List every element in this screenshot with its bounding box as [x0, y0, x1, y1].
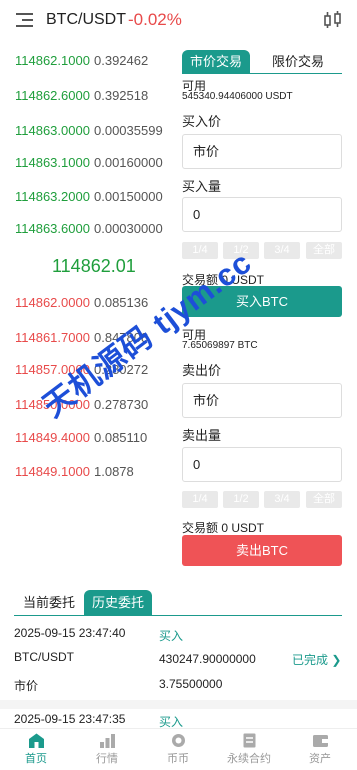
sell-percent-25-button[interactable]: 1/4 — [182, 491, 218, 508]
market-chart-icon — [100, 734, 115, 748]
buy-percent-all-button[interactable]: 全部 — [306, 242, 342, 259]
bid-price: 114862.0000 — [15, 295, 90, 310]
tab-limit-trade[interactable]: 限价交易 — [254, 50, 342, 74]
nav-assets-label: 资产 — [309, 753, 331, 765]
bottom-nav: 首页 行情 币币 永续合约 资产 — [0, 728, 357, 770]
nav-home[interactable]: 首页 — [1, 729, 71, 770]
order-amount: 430247.90000000 — [159, 652, 256, 666]
price-change: -0.02% — [128, 10, 182, 29]
sell-percent-all-button[interactable]: 全部 — [306, 491, 342, 508]
ask-qty: 0.00160000 — [94, 155, 163, 170]
tab-current-orders[interactable]: 当前委托 — [23, 590, 75, 616]
nav-perpetual-label: 永续合约 — [227, 753, 271, 765]
ask-row[interactable]: 114862.1000 0.392462 — [14, 53, 179, 73]
nav-perpetual[interactable]: 永续合约 — [214, 729, 284, 770]
ask-row[interactable]: 114862.6000 0.392518 — [14, 88, 179, 108]
buy-qty-input[interactable]: 0 — [182, 197, 342, 232]
ask-qty: 0.00035599 — [94, 123, 163, 138]
pair-title[interactable]: BTC/USDT — [46, 11, 126, 29]
sell-price-input[interactable]: 市价 — [182, 383, 342, 418]
ask-price: 114863.1000 — [15, 155, 90, 170]
sell-qty-label: 卖出量 — [182, 428, 222, 443]
buy-available-value: 545340.94406000 USDT — [182, 91, 293, 102]
ask-qty: 0.00150000 — [94, 189, 163, 204]
top-bar: BTC/USDT -0.02% — [0, 0, 357, 40]
order-item[interactable]: 2025-09-15 23:47:35 买入 — [14, 712, 342, 729]
ask-qty: 0.392462 — [94, 53, 149, 68]
order-type: 市价 — [14, 679, 39, 693]
order-side: 买入 — [159, 629, 184, 643]
ask-price: 114863.2000 — [15, 189, 90, 204]
contract-icon — [243, 733, 256, 748]
sell-percent-buttons: 1/4 1/2 3/4 全部 — [182, 491, 342, 508]
bid-price: 114849.1000 — [15, 464, 90, 479]
ask-row[interactable]: 114863.6000 0.00030000 — [14, 221, 179, 241]
bid-price: 114849.4000 — [15, 430, 90, 445]
wallet-icon — [313, 735, 328, 747]
ask-price: 114863.0000 — [15, 123, 90, 138]
ask-row[interactable]: 114863.2000 0.00150000 — [14, 189, 179, 209]
sell-price-label: 卖出价 — [182, 363, 222, 378]
ask-price: 114863.6000 — [15, 221, 90, 236]
chevron-right-icon: ❯ — [328, 653, 342, 667]
divider — [0, 700, 357, 709]
coin-icon — [172, 734, 185, 747]
order-tabs: 当前委托 历史委托 — [14, 590, 342, 616]
ask-qty: 0.00030000 — [94, 221, 163, 236]
bid-qty: 1.0878 — [94, 464, 134, 479]
order-status-label: 已完成 — [292, 653, 329, 667]
order-status[interactable]: 已完成 ❯ — [292, 651, 341, 668]
order-time: 2025-09-15 23:47:40 — [14, 626, 126, 640]
nav-market[interactable]: 行情 — [72, 729, 142, 770]
nav-spot-label: 币币 — [167, 753, 189, 765]
tab-order-history[interactable]: 历史委托 — [84, 590, 152, 616]
nav-spot[interactable]: 币币 — [143, 729, 213, 770]
last-price: 114862.01 — [52, 256, 136, 276]
buy-price-label: 买入价 — [182, 114, 222, 129]
bid-price: 114861.7000 — [15, 330, 90, 345]
buy-percent-75-button[interactable]: 3/4 — [264, 242, 300, 259]
buy-price-input[interactable]: 市价 — [182, 134, 342, 169]
trade-type-tabs: 市价交易 限价交易 — [182, 50, 342, 74]
home-icon — [29, 733, 44, 748]
kline-chart-icon[interactable] — [323, 11, 343, 29]
sell-button[interactable]: 卖出BTC — [182, 535, 342, 566]
order-item[interactable]: 2025-09-15 23:47:40 买入 BTC/USDT 430247.9… — [14, 626, 342, 696]
bid-qty: 0.278730 — [94, 397, 149, 412]
nav-assets[interactable]: 资产 — [285, 729, 355, 770]
sell-percent-75-button[interactable]: 3/4 — [264, 491, 300, 508]
sell-trade-amount: 交易额 0 USDT — [182, 521, 265, 535]
tab-market-trade[interactable]: 市价交易 — [182, 50, 250, 74]
ask-qty: 0.392518 — [94, 88, 149, 103]
buy-qty-label: 买入量 — [182, 179, 222, 194]
sell-qty-input[interactable]: 0 — [182, 447, 342, 482]
order-price: 3.75500000 — [159, 677, 223, 691]
ask-row[interactable]: 114863.1000 0.00160000 — [14, 155, 179, 175]
order-pair: BTC/USDT — [14, 650, 74, 664]
ask-row[interactable]: 114863.0000 0.00035599 — [14, 123, 179, 143]
ask-price: 114862.6000 — [15, 88, 90, 103]
sell-percent-50-button[interactable]: 1/2 — [223, 491, 259, 508]
ask-price: 114862.1000 — [15, 53, 90, 68]
sell-available-value: 7.65069897 BTC — [182, 340, 258, 351]
menu-icon[interactable] — [16, 13, 33, 27]
bid-row[interactable]: 114849.4000 0.085110 — [14, 430, 179, 450]
nav-home-label: 首页 — [25, 753, 47, 765]
bid-row[interactable]: 114849.1000 1.0878 — [14, 464, 179, 484]
nav-market-label: 行情 — [96, 753, 118, 765]
order-time: 2025-09-15 23:47:35 — [14, 712, 126, 726]
bid-qty: 0.085110 — [94, 430, 148, 445]
